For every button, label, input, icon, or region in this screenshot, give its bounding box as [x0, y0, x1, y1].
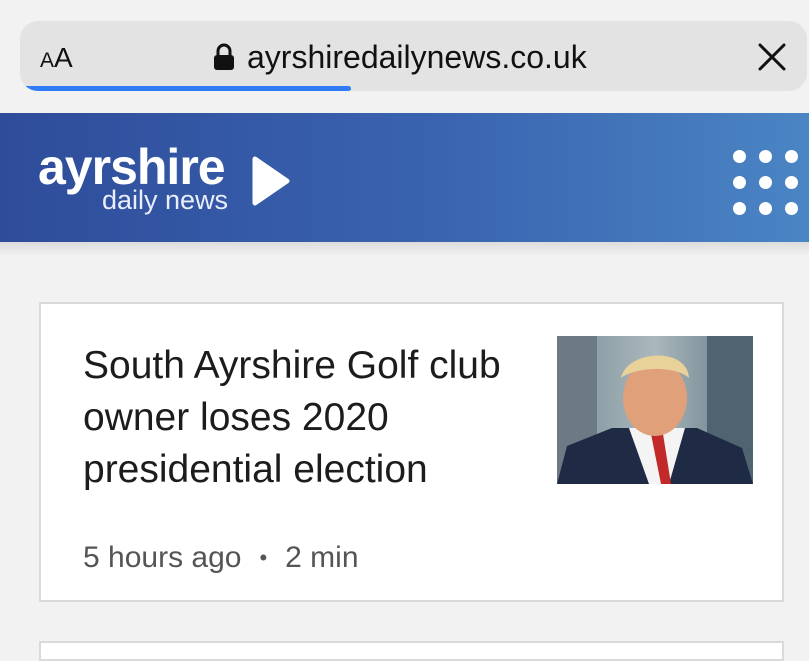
next-article-card[interactable] — [39, 641, 784, 661]
article-time: 5 hours ago — [83, 541, 242, 574]
logo-subtitle: daily news — [102, 185, 229, 215]
url-text[interactable]: ayrshiredailynews.co.uk — [247, 39, 587, 76]
article-thumbnail[interactable] — [557, 336, 753, 484]
article-headline[interactable]: South Ayrshire Golf club owner loses 202… — [83, 340, 523, 496]
header-shadow — [0, 242, 809, 256]
text-size-small-label: A — [40, 49, 55, 72]
text-size-button[interactable]: AA — [40, 41, 73, 78]
grid-dots-icon[interactable] — [733, 150, 798, 215]
lock-icon — [214, 43, 234, 70]
close-icon[interactable] — [757, 42, 787, 72]
page-load-progress — [20, 86, 351, 91]
article-meta: 5 hours ago • 2 min — [83, 541, 359, 575]
article-card[interactable]: South Ayrshire Golf club owner loses 202… — [39, 302, 784, 602]
site-header: ayrshire daily news — [0, 113, 809, 242]
logo-play-icon — [252, 156, 290, 206]
address-bar[interactable]: AA ayrshiredailynews.co.uk — [20, 21, 807, 91]
text-size-large-label: A — [54, 42, 73, 73]
article-read-time: 2 min — [285, 541, 359, 574]
meta-separator: • — [259, 545, 268, 570]
